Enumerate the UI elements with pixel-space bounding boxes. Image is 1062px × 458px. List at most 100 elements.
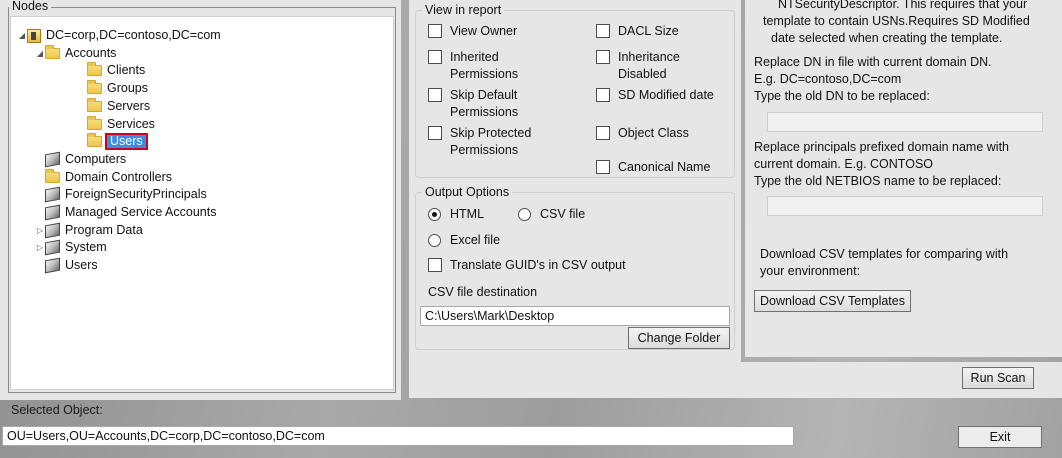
run-scan-strip: Run Scan [409,362,1062,398]
inherited-label-2: Permissions [450,67,519,81]
output-options-group: Output Options HTML CSV file Excel file … [415,185,735,350]
container-icon [45,151,60,168]
translate-guid-option[interactable]: Translate GUID's in CSV output [428,257,626,274]
tree-node[interactable]: ForeignSecurityPrincipals [35,186,209,203]
tree-node[interactable]: ▷ System [35,239,109,256]
skip-default-option[interactable]: Skip Default Permissions [428,87,518,121]
replace-dn-line-2: E.g. DC=contoso,DC=com [754,72,902,86]
selected-object-input[interactable]: OU=Users,OU=Accounts,DC=corp,DC=contoso,… [2,426,794,446]
view-owner-checkbox[interactable] [428,24,442,38]
tree-node-label: Domain Controllers [65,169,172,184]
tree-node[interactable]: Services [77,115,157,133]
container-icon [45,240,60,256]
html-radio[interactable] [428,208,441,221]
tree-node[interactable]: Managed Service Accounts [35,204,218,221]
change-folder-button[interactable]: Change Folder [628,327,730,349]
csv-destination-input[interactable]: C:\Users\Mark\Desktop [420,306,730,326]
expander-arrow-icon[interactable]: ◢ [35,45,45,62]
canonical-name-label: Canonical Name [618,160,711,174]
nodes-panel: Nodes ◢ DC=corp,DC=contoso,DC=com ◢ Account… [0,0,401,400]
compare-panel: NTSecurityDescriptor. This requires that… [745,0,1062,357]
tree-node-label: Program Data [65,222,143,237]
old-netbios-input[interactable] [767,196,1043,216]
run-scan-button[interactable]: Run Scan [962,367,1034,389]
folder-icon [87,115,102,130]
skip-default-checkbox[interactable] [428,88,442,102]
container-icon [45,186,60,203]
tree-node-label: Accounts [65,45,117,60]
container-icon [45,222,60,239]
csv-file-option[interactable]: CSV file [518,206,585,223]
canonical-name-checkbox[interactable] [596,160,610,174]
inheritance-disabled-checkbox[interactable] [596,50,610,64]
view-in-report-title: View in report [422,3,505,17]
domain-icon [27,28,41,43]
tree-node[interactable]: ▷ Program Data [35,222,145,239]
inheritance-disabled-option[interactable]: Inheritance Disabled [596,49,680,83]
translate-guid-checkbox[interactable] [428,258,442,272]
replace-dn-line-1: Replace DN in file with current domain D… [754,55,992,69]
tree-node[interactable]: Users [77,133,148,151]
tree-node[interactable]: Domain Controllers [35,168,174,186]
dacl-size-label: DACL Size [618,24,679,38]
skip-protected-option[interactable]: Skip Protected Permissions [428,125,531,159]
container-icon [45,204,60,221]
inheritance-label-2: Disabled [618,67,667,81]
inherited-label-1: Inherited [450,50,499,64]
sd-modified-checkbox[interactable] [596,88,610,102]
canonical-name-option[interactable]: Canonical Name [596,159,710,176]
html-option[interactable]: HTML [428,206,484,223]
view-owner-option[interactable]: View Owner [428,23,517,40]
tree-node[interactable]: Users [35,257,100,274]
download-info-line-1: Download CSV templates for comparing wit… [760,247,1009,261]
replace-principals-line-1: Replace principals prefixed domain name … [754,140,1009,154]
folder-icon [45,44,60,59]
csv-destination-label: CSV file destination [428,285,538,299]
compare-info-line-1: NTSecurityDescriptor. This requires that… [778,0,1028,11]
sd-modified-option[interactable]: SD Modified date [596,87,714,104]
compare-info-line-3: date selected when creating the template… [771,31,1003,45]
dacl-size-checkbox[interactable] [596,24,610,38]
tree-node-label: DC=corp,DC=contoso,DC=com [46,28,221,42]
download-csv-templates-button[interactable]: Download CSV Templates [754,290,911,312]
skip-default-label-1: Skip Default [450,88,518,102]
tree-node-label: System [65,240,107,255]
folder-icon [45,168,60,183]
tree-view[interactable]: ◢ DC=corp,DC=contoso,DC=com ◢ Accounts Clien… [10,16,394,390]
csv-file-radio[interactable] [518,208,531,221]
tree-node-label: Groups [107,81,148,96]
tree-node[interactable]: Computers [35,151,128,168]
tree-node[interactable]: Servers [77,97,152,115]
tree-node[interactable]: ◢ Accounts [35,44,118,62]
tree-node[interactable]: Clients [77,62,147,79]
old-dn-input[interactable] [767,112,1043,132]
skip-protected-label-2: Permissions [450,143,519,157]
inherited-permissions-checkbox[interactable] [428,50,442,64]
dacl-size-option[interactable]: DACL Size [596,23,679,40]
folder-icon [87,80,102,95]
download-info-line-2: your environment: [760,264,861,278]
folder-icon [87,97,102,112]
container-icon [45,257,60,274]
tree-node-label: ForeignSecurityPrincipals [65,187,207,202]
selected-object-label: Selected Object: [11,403,103,417]
skip-protected-checkbox[interactable] [428,126,442,140]
skip-protected-label-1: Skip Protected [450,126,532,140]
expander-arrow-icon[interactable]: ◢ [17,27,27,44]
excel-file-option[interactable]: Excel file [428,232,500,249]
excel-file-radio[interactable] [428,234,441,247]
translate-guid-label: Translate GUID's in CSV output [450,258,626,272]
output-options-title: Output Options [422,185,513,199]
exit-button[interactable]: Exit [958,426,1042,448]
expander-arrow-icon[interactable]: ▷ [35,239,45,256]
tree-node[interactable]: Groups [77,80,150,97]
sd-modified-label: SD Modified date [618,88,714,102]
replace-principals-line-2: current domain. E.g. CONTOSO [754,157,933,171]
tree-node[interactable]: ◢ DC=corp,DC=contoso,DC=com [17,27,223,44]
object-class-checkbox[interactable] [596,126,610,140]
object-class-option[interactable]: Object Class [596,125,689,142]
tree-node-label: Managed Service Accounts [65,205,217,219]
compare-info-line-2: template to contain USNs.Requires SD Mod… [763,14,1030,28]
inherited-permissions-option[interactable]: Inherited Permissions [428,49,518,83]
expander-arrow-icon[interactable]: ▷ [35,222,45,239]
